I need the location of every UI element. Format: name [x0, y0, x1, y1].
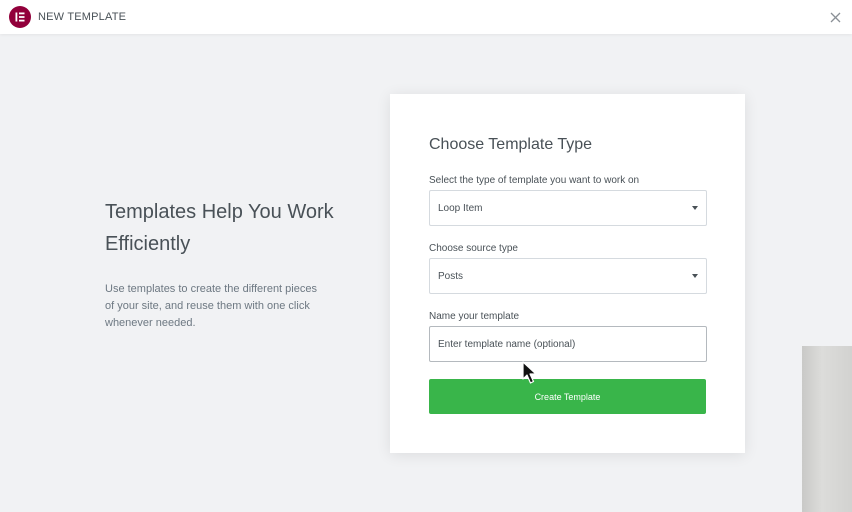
source-type-select[interactable]: Posts [429, 258, 707, 294]
template-type-value: Loop Item [438, 203, 483, 214]
elementor-logo-icon [9, 6, 31, 28]
source-type-label: Choose source type [429, 243, 518, 254]
intro-text: Use templates to create the different pi… [105, 283, 317, 329]
intro-heading: Templates Help You Work Efficiently [105, 201, 334, 255]
template-type-label: Select the type of template you want to … [429, 175, 640, 186]
template-type-select[interactable]: Loop Item [429, 190, 707, 226]
chevron-down-icon [692, 274, 698, 278]
app-title: NEW TEMPLATE [38, 11, 127, 23]
template-name-label: Name your template [429, 311, 520, 322]
create-template-button[interactable]: Create Template [429, 379, 706, 414]
template-form-card: Choose Template Type Select the type of … [390, 94, 745, 453]
close-icon [830, 12, 840, 22]
form-title: Choose Template Type [429, 136, 593, 153]
source-type-value: Posts [438, 271, 464, 282]
template-name-input[interactable] [429, 326, 707, 362]
background-image [802, 346, 852, 512]
chevron-down-icon [692, 206, 698, 210]
mouse-pointer-icon [522, 361, 538, 390]
top-bar: NEW TEMPLATE [0, 0, 852, 34]
close-button[interactable] [826, 8, 844, 26]
